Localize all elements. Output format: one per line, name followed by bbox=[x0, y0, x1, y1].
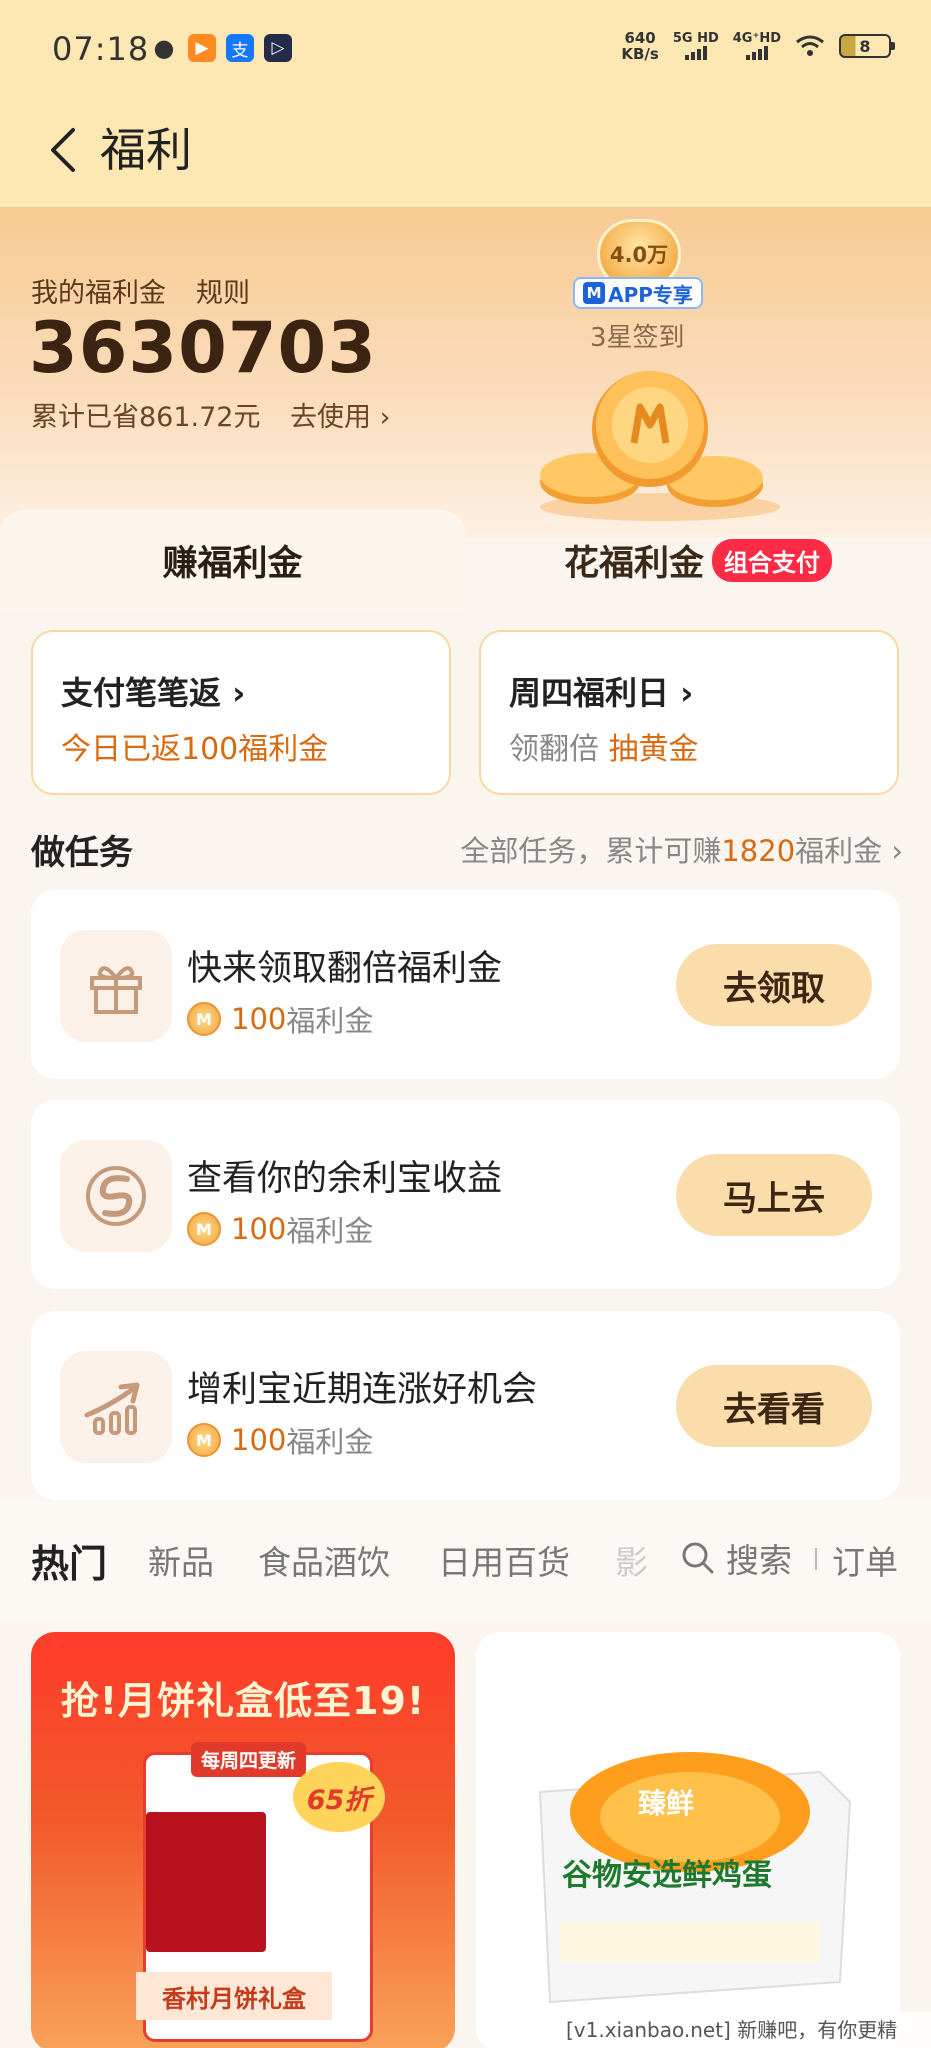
wifi-icon bbox=[796, 35, 824, 56]
thursday-welfare-title: 周四福利日 › bbox=[509, 674, 694, 712]
task-card: 增利宝近期连涨好机会 M 100 福利金 去看看 bbox=[31, 1311, 900, 1500]
search-icon bbox=[682, 1542, 714, 1574]
welfare-summary: 我的福利金 规则 3630703 累计已省861.72元 去使用 › 4.0万 … bbox=[0, 207, 931, 537]
all-tasks-link[interactable]: 全部任务，累计可赚1820福利金 › bbox=[460, 828, 903, 870]
mooncake-package bbox=[146, 1812, 266, 1952]
task-title: 查看你的余利宝收益 bbox=[187, 1159, 503, 1199]
status-time: 07:18 bbox=[52, 30, 150, 68]
task-title: 快来领取翻倍福利金 bbox=[187, 949, 503, 989]
coin-icon: M bbox=[187, 1423, 221, 1457]
combo-pay-tag: 组合支付 bbox=[712, 538, 832, 582]
product-promo: 抢!月饼礼盒低至19! bbox=[60, 1679, 426, 1723]
divider bbox=[815, 1548, 817, 1570]
trend-up-icon bbox=[60, 1351, 172, 1463]
saved-total: 累计已省861.72元 bbox=[31, 402, 261, 433]
task-card: 查看你的余利宝收益 M 100 福利金 马上去 bbox=[31, 1100, 900, 1289]
product-card[interactable]: 臻鲜 谷物安选鲜鸡蛋 bbox=[476, 1632, 900, 2048]
alipay-icon: 支 bbox=[226, 34, 254, 62]
discount-badge: 65折 bbox=[293, 1762, 385, 1832]
back-button[interactable] bbox=[32, 120, 92, 180]
coin-icon: M bbox=[187, 1212, 221, 1246]
video-app-icon: ▶ bbox=[188, 34, 216, 62]
signal-4g-icon: 4G⁺HD bbox=[733, 32, 781, 60]
net-speed: 640 KB/s bbox=[621, 29, 659, 63]
task-reward: M 100 福利金 bbox=[187, 1208, 373, 1250]
claim-button[interactable]: 去领取 bbox=[676, 944, 872, 1026]
welfare-amount: 3630703 bbox=[29, 307, 377, 389]
pay-rebate-title: 支付笔笔返 › bbox=[61, 674, 246, 712]
status-right: 640 KB/s 5G HD 4G⁺HD 8 bbox=[621, 29, 895, 63]
go-now-button[interactable]: 马上去 bbox=[676, 1154, 872, 1236]
nav-bar: 福利 bbox=[0, 100, 931, 207]
page-title: 福利 bbox=[100, 123, 192, 177]
product-brand: 臻鲜 bbox=[638, 1787, 695, 1820]
gift-icon bbox=[60, 930, 172, 1042]
pay-rebate-sub: 今日已返100福利金 bbox=[61, 732, 329, 767]
battery-icon: 8 bbox=[839, 34, 895, 58]
gold-coins-illustration bbox=[540, 371, 780, 521]
weekly-update-tag: 每周四更新 bbox=[191, 1742, 307, 1777]
coin-icon: M bbox=[187, 1002, 221, 1036]
pay-rebate-card[interactable]: 支付笔笔返 › 今日已返100福利金 bbox=[31, 630, 451, 795]
watermark: [v1.xianbao.net] 新赚吧，有你更精彩！ bbox=[560, 2012, 931, 2048]
tab-hot[interactable]: 热门 bbox=[31, 1533, 107, 1588]
thursday-welfare-card[interactable]: 周四福利日 › 领翻倍 抽黄金 bbox=[479, 630, 899, 795]
signal-5g-icon: 5G HD bbox=[673, 32, 719, 60]
tab-spend[interactable]: 花福利金 组合支付 bbox=[465, 510, 931, 610]
search-button[interactable]: 搜索 bbox=[680, 1534, 792, 1582]
notification-icons: ● ▶ 支 ▷ bbox=[150, 34, 292, 62]
media-app-icon: ▷ bbox=[264, 34, 292, 62]
sign-in-label[interactable]: 3星签到 bbox=[590, 317, 685, 354]
task-reward: M 100 福利金 bbox=[187, 998, 373, 1040]
tab-daily-goods[interactable]: 日用百货 bbox=[438, 1536, 570, 1584]
tab-film[interactable]: 影 bbox=[615, 1536, 648, 1584]
use-link[interactable]: 去使用 › bbox=[290, 395, 390, 434]
tab-food-drink[interactable]: 食品酒饮 bbox=[258, 1536, 390, 1584]
category-tabs: 热门 新品 食品酒饮 日用百货 影 搜索 订单 bbox=[0, 1500, 931, 1622]
rule-link[interactable]: 规则 bbox=[196, 271, 250, 310]
yulibao-icon bbox=[60, 1140, 172, 1252]
product-card[interactable]: 抢!月饼礼盒低至19! 每周四更新 65折 香村月饼礼盒 bbox=[31, 1632, 455, 2048]
tab-new[interactable]: 新品 bbox=[148, 1536, 214, 1584]
welfare-label: 我的福利金 bbox=[31, 278, 166, 309]
product-caption: 香村月饼礼盒 bbox=[136, 1972, 332, 2020]
wechat-icon: ● bbox=[153, 34, 175, 62]
product-name: 谷物安选鲜鸡蛋 bbox=[562, 1858, 772, 1893]
tasks-title: 做任务 bbox=[31, 833, 133, 873]
task-title: 增利宝近期连涨好机会 bbox=[187, 1370, 538, 1410]
back-arrow-icon bbox=[51, 128, 75, 172]
orders-link[interactable]: 订单 bbox=[832, 1536, 898, 1584]
welfare-tabs: 赚福利金 花福利金 组合支付 bbox=[0, 510, 931, 610]
view-button[interactable]: 去看看 bbox=[676, 1365, 872, 1447]
app-exclusive-tag: M APP专享 bbox=[573, 277, 703, 309]
thursday-welfare-sub: 领翻倍 抽黄金 bbox=[509, 732, 699, 767]
task-reward: M 100 福利金 bbox=[187, 1419, 373, 1461]
tab-earn[interactable]: 赚福利金 bbox=[0, 510, 465, 610]
status-bar: 07:18 ● ▶ 支 ▷ 640 KB/s 5G HD 4G⁺HD 8 bbox=[0, 0, 931, 100]
task-card: 快来领取翻倍福利金 M 100 福利金 去领取 bbox=[31, 890, 900, 1079]
